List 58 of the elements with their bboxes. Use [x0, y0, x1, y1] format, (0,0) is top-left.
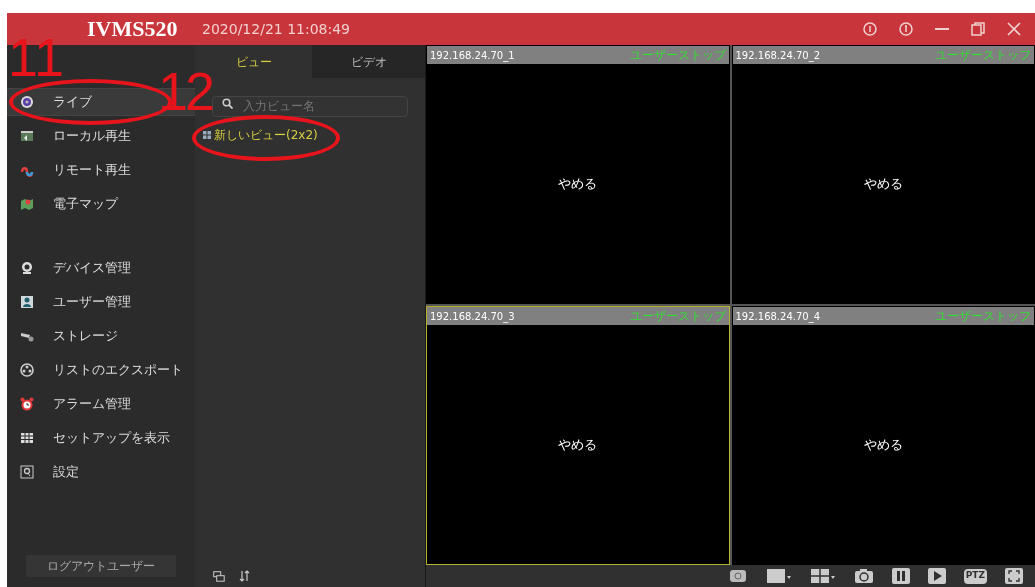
app-title: IVMS520	[87, 18, 179, 40]
menu-item[interactable]: アラーム管理	[7, 390, 195, 418]
menu-item[interactable]: 設定	[7, 458, 195, 486]
menu-item[interactable]: セットアップを表示	[7, 424, 195, 452]
menu-item[interactable]: ユーザー管理	[7, 288, 195, 316]
stopped-message: やめる	[863, 174, 903, 193]
search-field[interactable]: 入力ビュー名	[212, 95, 408, 117]
sort-icon[interactable]	[239, 570, 250, 582]
menu-item[interactable]: ローカル再生	[7, 122, 195, 150]
person-icon	[20, 295, 34, 309]
info-icon[interactable]	[899, 22, 913, 36]
camera-name: 192.168.24.70_3	[430, 309, 515, 324]
status-text: ユーザーストッフ	[935, 47, 1031, 64]
pause-icon[interactable]	[891, 568, 910, 584]
restore-icon[interactable]	[971, 22, 985, 36]
video-pane[interactable]: 192.168.24.70_2 ユーザーストッフ やめる	[731, 45, 1035, 304]
grid-icon	[20, 431, 34, 445]
fullscreen-icon[interactable]	[1005, 568, 1023, 584]
menu-item[interactable]: デバイス管理	[7, 254, 195, 282]
camera-name: 192.168.24.70_4	[735, 309, 821, 324]
play-icon[interactable]	[927, 568, 946, 584]
webcam-icon	[20, 261, 34, 275]
menu-item[interactable]: リモート再生	[7, 156, 195, 184]
menu-item[interactable]: リストのエクスポート	[7, 356, 195, 384]
stopped-message: やめる	[558, 435, 598, 454]
window-layout-icon[interactable]	[765, 568, 792, 584]
info-icon[interactable]	[863, 22, 877, 36]
alarm-clock-icon	[20, 397, 34, 411]
film-icon	[20, 129, 34, 143]
video-pane[interactable]: 192.168.24.70_1 ユーザーストップ やめる	[426, 45, 730, 304]
video-pane[interactable]: 192.168.24.70_3 ユーザーストップ やめる	[426, 306, 730, 565]
menu-item[interactable]: 電子マップ	[7, 190, 195, 218]
video-pane[interactable]: 192.168.24.70_4 ユーザーストッフ やめる	[731, 306, 1035, 565]
search-icon	[222, 98, 233, 109]
close-icon[interactable]	[1007, 22, 1021, 36]
reel-icon	[20, 363, 34, 377]
camera-icon[interactable]	[853, 568, 874, 584]
status-text: ユーザーストッフ	[935, 308, 1031, 325]
ptz-button[interactable]: PTZ	[963, 568, 987, 584]
camera-name: 192.168.24.70_1	[430, 48, 515, 63]
map-icon	[20, 197, 34, 211]
camera-name: 192.168.24.70_2	[735, 48, 821, 63]
view-item[interactable]: 新しいビュー(2x2)	[214, 126, 318, 144]
stopped-message: やめる	[863, 435, 903, 454]
tab[interactable]: ビデオ	[312, 45, 425, 78]
stopped-message: やめる	[558, 174, 598, 193]
grid-view-icon	[203, 131, 211, 139]
status-text: ユーザーストップ	[629, 308, 726, 325]
annotation-number: 11	[8, 30, 65, 84]
menu-item[interactable]: ストレージ	[7, 322, 195, 350]
date-time: 2020/12/21 11:08:49	[202, 19, 351, 39]
minimize-icon[interactable]	[935, 27, 949, 31]
record-icon[interactable]	[727, 568, 748, 584]
split-screen-icon[interactable]	[809, 568, 836, 584]
logout-button[interactable]: ログアウトユーザー	[26, 555, 176, 577]
windows-icon[interactable]	[213, 570, 225, 582]
status-text: ユーザーストップ	[629, 47, 726, 64]
camera-lens-icon	[20, 95, 34, 109]
